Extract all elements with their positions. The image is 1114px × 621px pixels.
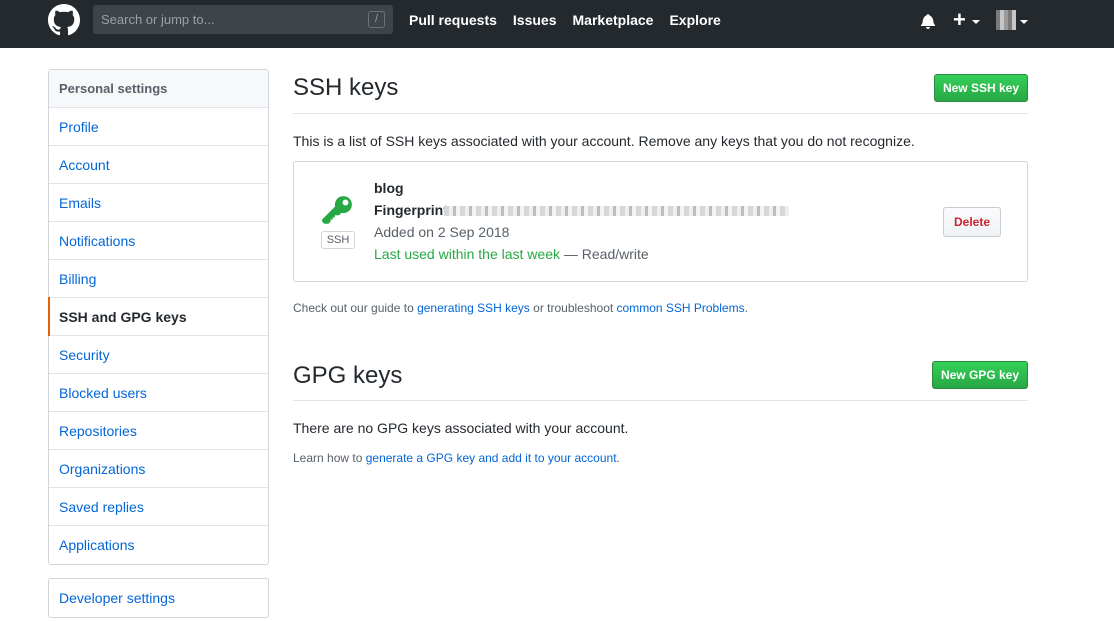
github-logo-icon[interactable] <box>48 4 80 36</box>
gpg-keys-title: GPG keys <box>293 362 403 389</box>
new-gpg-key-button[interactable]: New GPG key <box>932 361 1028 389</box>
ssh-guide-suffix: . <box>744 301 748 315</box>
sidebar-item-developer-settings[interactable]: Developer settings <box>49 579 268 617</box>
settings-sidebar: Personal settings Profile Account Emails… <box>48 69 269 565</box>
sidebar-item-billing[interactable]: Billing <box>49 260 268 298</box>
ssh-keys-title: SSH keys <box>293 74 399 101</box>
common-ssh-problems-link[interactable]: common SSH Problems <box>617 301 745 315</box>
sidebar-item-blocked-users[interactable]: Blocked users <box>49 374 268 412</box>
nav-explore[interactable]: Explore <box>669 12 720 28</box>
delete-ssh-key-button[interactable]: Delete <box>943 207 1001 237</box>
notification-bell-icon[interactable] <box>920 13 936 29</box>
sidebar-item-notifications[interactable]: Notifications <box>49 222 268 260</box>
sidebar-heading: Personal settings <box>49 70 268 108</box>
user-menu-dropdown-icon[interactable] <box>1020 20 1028 24</box>
sidebar-item-applications[interactable]: Applications <box>49 526 268 564</box>
sidebar-item-repositories[interactable]: Repositories <box>49 412 268 450</box>
ssh-guide-middle: or troubleshoot <box>529 301 617 315</box>
gpg-empty-message: There are no GPG keys associated with yo… <box>293 420 629 436</box>
ssh-guide-prefix: Check out our guide to <box>293 301 418 315</box>
sidebar-item-organizations[interactable]: Organizations <box>49 450 268 488</box>
ssh-divider <box>293 113 1028 114</box>
sidebar-item-account[interactable]: Account <box>49 146 268 184</box>
gpg-learn-prefix: Learn how to <box>293 451 366 465</box>
top-header: Search or jump to... / Pull requests Iss… <box>0 0 1114 48</box>
sidebar-item-security[interactable]: Security <box>49 336 268 374</box>
ssh-key-last-used: Last used within the last week — Read/wr… <box>374 246 649 262</box>
nav-marketplace[interactable]: Marketplace <box>573 12 654 28</box>
gpg-learn-suffix: . <box>616 451 620 465</box>
generating-ssh-keys-link[interactable]: generating SSH keys <box>417 301 530 315</box>
new-ssh-key-button[interactable]: New SSH key <box>934 74 1028 102</box>
create-new-plus-icon[interactable]: + <box>953 9 966 31</box>
gpg-learn-note: Learn how to generate a GPG key and add … <box>293 451 620 465</box>
access-level: — Read/write <box>560 246 649 262</box>
last-used-text: Last used within the last week <box>374 246 560 262</box>
gpg-divider <box>293 400 1028 401</box>
key-icon <box>322 196 352 224</box>
fingerprint-label: Fingerprint <box>374 202 448 218</box>
developer-settings-menu: Developer settings <box>48 578 269 618</box>
search-input[interactable]: Search or jump to... / <box>93 5 393 34</box>
ssh-key-item: SSH blog Fingerprint Added on 2 Sep 2018… <box>293 161 1028 282</box>
user-avatar[interactable] <box>996 10 1016 30</box>
search-shortcut-hint: / <box>368 11 385 28</box>
create-new-dropdown-icon[interactable] <box>972 20 980 24</box>
sidebar-item-saved-replies[interactable]: Saved replies <box>49 488 268 526</box>
ssh-key-added-date: Added on 2 Sep 2018 <box>374 224 510 240</box>
search-placeholder: Search or jump to... <box>101 12 215 27</box>
sidebar-item-profile[interactable]: Profile <box>49 108 268 146</box>
ssh-key-name: blog <box>374 180 404 196</box>
nav-pull-requests[interactable]: Pull requests <box>409 12 497 28</box>
ssh-type-badge: SSH <box>321 231 355 249</box>
ssh-description: This is a list of SSH keys associated wi… <box>293 133 915 149</box>
sidebar-item-emails[interactable]: Emails <box>49 184 268 222</box>
sidebar-item-ssh-gpg-keys[interactable]: SSH and GPG keys <box>48 297 268 336</box>
nav-issues[interactable]: Issues <box>513 12 557 28</box>
ssh-guide-note: Check out our guide to generating SSH ke… <box>293 301 748 315</box>
generate-gpg-key-link[interactable]: generate a GPG key and add it to your ac… <box>366 451 617 465</box>
fingerprint-value-redacted <box>444 206 789 216</box>
top-nav: Pull requests Issues Marketplace Explore <box>409 12 721 28</box>
